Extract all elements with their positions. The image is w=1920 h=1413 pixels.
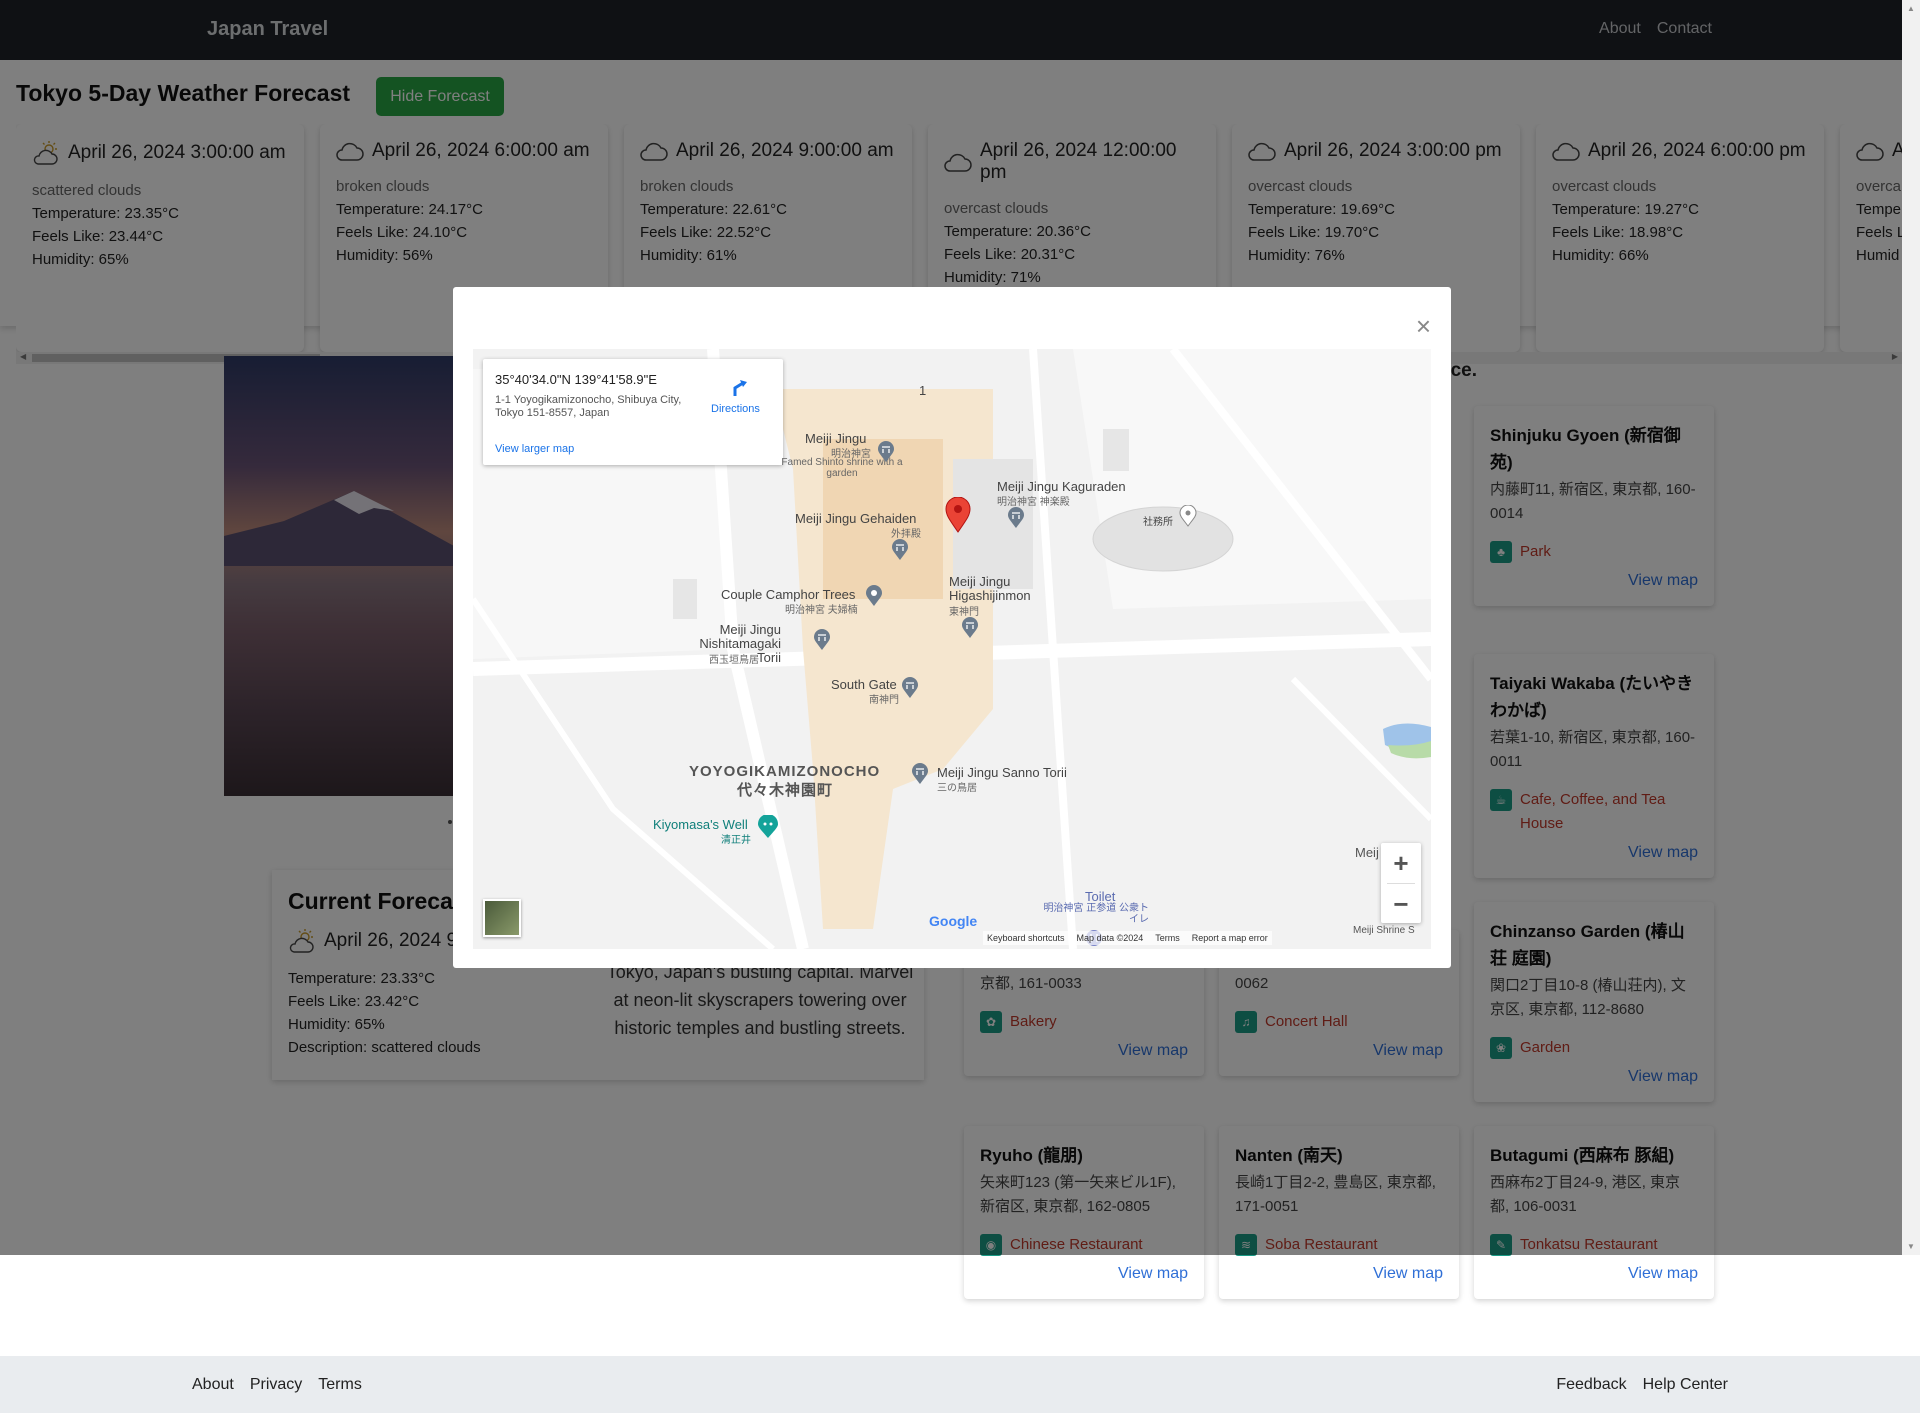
map-label-number: 1	[919, 383, 927, 398]
map-label-toilet[interactable]: Toilet	[1085, 889, 1115, 904]
shrine-pin-icon[interactable]	[961, 617, 979, 639]
map-label-district-jp: 代々木神園町	[737, 782, 834, 799]
map-label-camphor-trees[interactable]: Couple Camphor Trees	[721, 587, 855, 602]
selected-location-pin-icon[interactable]	[945, 497, 971, 533]
google-map[interactable]: 35°40'34.0"N 139°41'58.9"E 1-1 Yoyogikam…	[473, 349, 1431, 949]
view-map-link[interactable]: View map	[1490, 1265, 1698, 1283]
satellite-toggle-button[interactable]	[483, 899, 521, 937]
view-map-link[interactable]: View map	[980, 1265, 1188, 1283]
tree-pin-icon[interactable]	[865, 585, 883, 607]
shrine-pin-icon[interactable]	[877, 441, 895, 463]
footer-help-link[interactable]: Help Center	[1643, 1376, 1728, 1394]
map-label-higashijinmon[interactable]: Meiji Jingu Higashijinmon	[949, 575, 1049, 603]
map-sublabel: 清正井	[721, 835, 751, 846]
map-label-gehaiden[interactable]: Meiji Jingu Gehaiden	[795, 511, 916, 526]
page-scrollbar[interactable]: ▲ ▼	[1902, 0, 1920, 1255]
map-sublabel: 明治神宮 正参道 公衆トイレ	[1043, 903, 1149, 925]
map-sublabel: 三の鳥居	[937, 783, 977, 794]
zoom-in-button[interactable]: +	[1381, 843, 1421, 883]
map-attribution: Keyboard shortcuts Map data ©2024 Terms …	[983, 931, 1272, 945]
map-label-district: YOYOGIKAMIZONOCHO	[689, 763, 881, 780]
map-sublabel: 西玉垣鳥居	[709, 655, 759, 666]
directions-icon[interactable]	[731, 379, 749, 402]
scroll-up-icon[interactable]: ▲	[1907, 4, 1915, 13]
shrine-pin-icon[interactable]	[911, 763, 929, 785]
report-map-error-link[interactable]: Report a map error	[1192, 933, 1268, 943]
map-label-edge-shrine: Meiji Shrine S	[1353, 925, 1415, 936]
google-logo: Google	[929, 913, 977, 929]
well-pin-icon[interactable]	[757, 815, 779, 839]
shrine-pin-icon[interactable]	[1007, 507, 1025, 529]
map-info-box: 35°40'34.0"N 139°41'58.9"E 1-1 Yoyogikam…	[483, 359, 783, 465]
map-label-edge: Meij	[1355, 845, 1379, 860]
info-address: 1-1 Yoyogikamizonocho, Shibuya City, Tok…	[495, 394, 682, 419]
map-sublabel: 明治神宮 夫婦楠	[785, 605, 858, 616]
google-logo-text: Google	[929, 913, 978, 929]
footer-left-links: About Privacy Terms	[192, 1376, 362, 1394]
map-sublabel: 南神門	[869, 695, 899, 706]
map-label-kiyomasa-well[interactable]: Kiyomasa's Well	[653, 817, 748, 832]
zoom-out-button[interactable]: −	[1381, 884, 1421, 924]
close-icon[interactable]: ×	[1416, 313, 1431, 339]
footer: About Privacy Terms Feedback Help Center	[0, 1356, 1920, 1413]
keyboard-shortcuts-link[interactable]: Keyboard shortcuts	[987, 933, 1065, 943]
map-label-south-gate[interactable]: South Gate	[831, 677, 897, 692]
map-label-kaguraden[interactable]: Meiji Jingu Kaguraden	[997, 479, 1126, 494]
map-sublabel: 明治神宮 神楽殿	[997, 497, 1070, 508]
directions-link[interactable]: Directions	[711, 403, 760, 415]
footer-right-links: Feedback Help Center	[1556, 1376, 1728, 1394]
info-coordinates: 35°40'34.0"N 139°41'58.9"E	[495, 372, 657, 387]
map-data-text: Map data ©2024	[1076, 933, 1144, 943]
map-label-meiji-jingu[interactable]: Meiji Jingu	[805, 431, 866, 446]
map-sublabel: 外拝殿	[891, 529, 921, 540]
shrine-pin-icon[interactable]	[891, 539, 909, 561]
footer-terms-link[interactable]: Terms	[318, 1376, 362, 1394]
footer-feedback-link[interactable]: Feedback	[1556, 1376, 1626, 1394]
view-larger-map-link[interactable]: View larger map	[495, 443, 574, 455]
map-modal: × 35°40'34.0"N 139°41'58.9"E 1-1 Yoyogik…	[453, 287, 1451, 968]
view-map-link[interactable]: View map	[1235, 1265, 1443, 1283]
scroll-down-icon[interactable]: ▼	[1907, 1242, 1915, 1251]
shrine-pin-icon[interactable]	[901, 677, 919, 699]
map-label-office[interactable]: 社務所	[1143, 513, 1173, 528]
footer-about-link[interactable]: About	[192, 1376, 234, 1394]
shrine-pin-icon[interactable]	[813, 629, 831, 651]
location-pin-icon[interactable]	[1179, 505, 1197, 527]
map-terms-link[interactable]: Terms	[1155, 933, 1180, 943]
map-label-sanno-torii[interactable]: Meiji Jingu Sanno Torii	[937, 765, 1067, 780]
footer-privacy-link[interactable]: Privacy	[250, 1376, 302, 1394]
map-sublabel: 東神門	[949, 607, 979, 618]
zoom-controls: + −	[1381, 843, 1421, 923]
